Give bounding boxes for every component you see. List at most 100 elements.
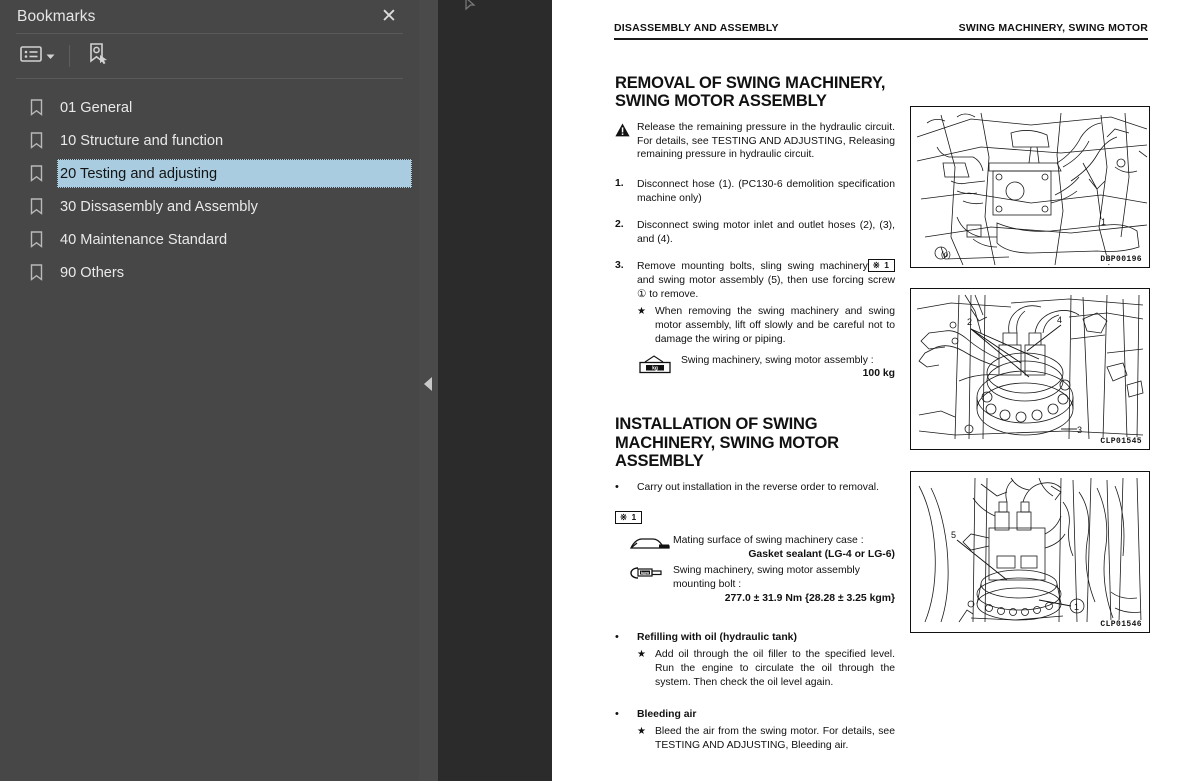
step-text: Remove mounting bolts, sling swing machi… — [637, 260, 895, 300]
step-note: ★ When removing the swing machinery and … — [637, 305, 895, 347]
svg-text:1: 1 — [1101, 217, 1106, 227]
reference-marker-box: ※ 1 — [615, 511, 643, 525]
step-number: 1. — [615, 178, 624, 190]
bookmark-item-90-others[interactable]: 90 Others — [0, 256, 419, 289]
spec-text: Swing machinery, swing motor assembly : … — [681, 354, 895, 382]
bookmarks-list: 01 General 10 Structure and function 20 — [0, 79, 419, 289]
bullet-note: ★ Add oil through the oil filler to the … — [637, 648, 895, 690]
figure-swing-motor-assembly: 5 1 CLP01546 — [910, 471, 1150, 633]
spec-value: 100 kg — [862, 368, 895, 380]
bookmark-icon — [30, 165, 52, 182]
figure-caption: CLP01545 — [1099, 437, 1143, 446]
star-bullet-icon: ★ — [637, 649, 646, 661]
figure-drawing: 2 4 3 — [916, 294, 1144, 440]
new-bookmark-icon — [86, 42, 110, 71]
bookmark-icon — [30, 99, 52, 116]
spec-value: 277.0 ± 31.9 Nm {28.28 ± 3.25 kgm} — [724, 592, 895, 604]
pdf-page: DISASSEMBLY AND ASSEMBLY SWING MACHINERY… — [552, 0, 1200, 781]
svg-text:kg: kg — [652, 365, 658, 371]
running-head-right: SWING MACHINERY, SWING MOTOR — [958, 22, 1148, 34]
page-text-column: REMOVAL OF SWING MACHINERY, SWING MOTOR … — [615, 74, 895, 766]
bookmark-icon — [30, 231, 52, 248]
bullet-item: • Refilling with oil (hydraulic tank) ★ … — [615, 631, 895, 690]
figure-caption: CLP01546 — [1099, 620, 1143, 629]
bookmark-item-30-dissasembly-and-assembly[interactable]: 30 Dissasembly and Assembly — [0, 190, 419, 223]
list-options-icon — [20, 45, 42, 68]
bullet-text: Carry out installation in the reverse or… — [637, 481, 879, 493]
bookmark-icon — [30, 132, 52, 149]
spec-row: kg Swing machinery, swing motor assembly… — [637, 354, 895, 382]
torque-wrench-icon: kgm — [629, 564, 673, 606]
svg-text:kgm: kgm — [641, 570, 650, 575]
step-number: 3. — [615, 259, 624, 271]
step-item: 2. Disconnect swing motor inlet and outl… — [615, 219, 895, 247]
section-heading-installation: INSTALLATION OF SWING MACHINERY, SWING M… — [615, 415, 839, 471]
bookmarks-panel: Bookmarks ✕ 01 General 10 Structure and … — [0, 0, 419, 781]
running-head-rule — [614, 38, 1148, 40]
svg-text:5: 5 — [951, 530, 956, 540]
sealant-icon — [629, 534, 673, 562]
spec-row: kgm Swing machinery, swing motor assembl… — [629, 564, 895, 606]
bullet-block: Bleeding air ★ Bleed the air from the sw… — [637, 708, 895, 753]
svg-text:(o): (o) — [941, 250, 951, 259]
bullet-note-text: Add oil through the oil filler to the sp… — [655, 649, 895, 689]
bookmark-item-10-structure-and-function[interactable]: 10 Structure and function — [0, 124, 419, 157]
step-text: Disconnect hose (1). (PC130-6 demolition… — [637, 179, 895, 205]
step-text: Disconnect swing motor inlet and outlet … — [637, 220, 895, 245]
bullet-title: Bleeding air — [637, 709, 697, 721]
star-bullet-icon: ★ — [637, 305, 646, 317]
collapse-left-arrow-icon[interactable] — [424, 377, 434, 391]
bookmark-item-label: 10 Structure and function — [60, 132, 224, 149]
bookmark-icon — [30, 198, 52, 215]
weight-kg-icon: kg — [637, 354, 681, 382]
bookmark-item-label: 01 General — [60, 99, 133, 116]
running-head-left: DISASSEMBLY AND ASSEMBLY — [614, 22, 779, 34]
step-item: 1. Disconnect hose (1). (PC130-6 demolit… — [615, 178, 895, 206]
spec-text: Swing machinery, swing motor assembly mo… — [673, 564, 895, 606]
bullet-note: ★ Bleed the air from the swing motor. Fo… — [637, 725, 895, 753]
reference-marker-row: ※ 1 — [615, 509, 895, 527]
bookmark-item-40-maintenance-standard[interactable]: 40 Maintenance Standard — [0, 223, 419, 256]
svg-text:2: 2 — [967, 317, 972, 327]
new-bookmark-button[interactable] — [82, 39, 114, 74]
warning-block: Release the remaining pressure in the hy… — [615, 121, 895, 162]
bookmark-options-button[interactable] — [16, 42, 59, 71]
warning-text: Release the remaining pressure in the hy… — [637, 121, 895, 161]
bookmark-item-01-general[interactable]: 01 General — [0, 91, 419, 124]
bookmark-icon — [30, 264, 52, 281]
star-bullet-icon: ★ — [637, 726, 646, 738]
bookmarks-toolbar — [0, 34, 419, 78]
bullet-item: • Carry out installation in the reverse … — [615, 481, 895, 495]
spec-text: Mating surface of swing machinery case :… — [673, 534, 895, 562]
figure-caption: DBP00196 — [1099, 255, 1143, 264]
bullet-title: Refilling with oil (hydraulic tank) — [637, 632, 797, 644]
cursor-glyph-icon — [463, 0, 485, 11]
bookmark-item-20-testing-and-adjusting[interactable]: 20 Testing and adjusting — [0, 157, 419, 190]
section-heading-removal: REMOVAL OF SWING MACHINERY, SWING MOTOR … — [615, 74, 886, 111]
spec-label: Swing machinery, swing motor assembly mo… — [673, 564, 860, 590]
bookmark-item-label: 30 Dissasembly and Assembly — [60, 198, 258, 215]
figure-drawing: (o) 1 — [916, 112, 1148, 266]
svg-text:4: 4 — [1057, 315, 1062, 325]
bullet-note-text: Bleed the air from the swing motor. For … — [655, 726, 895, 752]
bookmarks-panel-header: Bookmarks ✕ — [0, 0, 419, 33]
spec-value: Gasket sealant (LG-4 or LG-6) — [748, 548, 895, 560]
spec-label: Swing machinery, swing motor assembly : — [681, 354, 874, 366]
toolbar-divider — [69, 45, 70, 67]
figure-swing-motor-hoses: 2 4 3 CLP01545 — [910, 288, 1150, 450]
figure-swing-machinery-overview: (o) 1 DBP00196 — [910, 106, 1150, 268]
bullet-dot-icon: • — [615, 480, 619, 493]
spec-label: Mating surface of swing machinery case : — [673, 534, 864, 546]
step-text-block: ※ 1 Remove mounting bolts, sling swing m… — [637, 258, 895, 382]
bullet-dot-icon: • — [615, 631, 619, 644]
bullet-block: Refilling with oil (hydraulic tank) ★ Ad… — [637, 631, 895, 690]
close-icon[interactable]: ✕ — [377, 4, 401, 28]
figure-drawing: 5 1 — [918, 477, 1142, 623]
step-number: 2. — [615, 219, 624, 231]
bullet-dot-icon: • — [615, 708, 619, 721]
bullet-item: • Bleeding air ★ Bleed the air from the … — [615, 708, 895, 753]
bookmark-item-label: 40 Maintenance Standard — [60, 231, 228, 248]
chevron-down-icon — [46, 47, 55, 65]
svg-text:3: 3 — [1077, 425, 1082, 435]
warning-triangle-icon — [615, 121, 637, 162]
